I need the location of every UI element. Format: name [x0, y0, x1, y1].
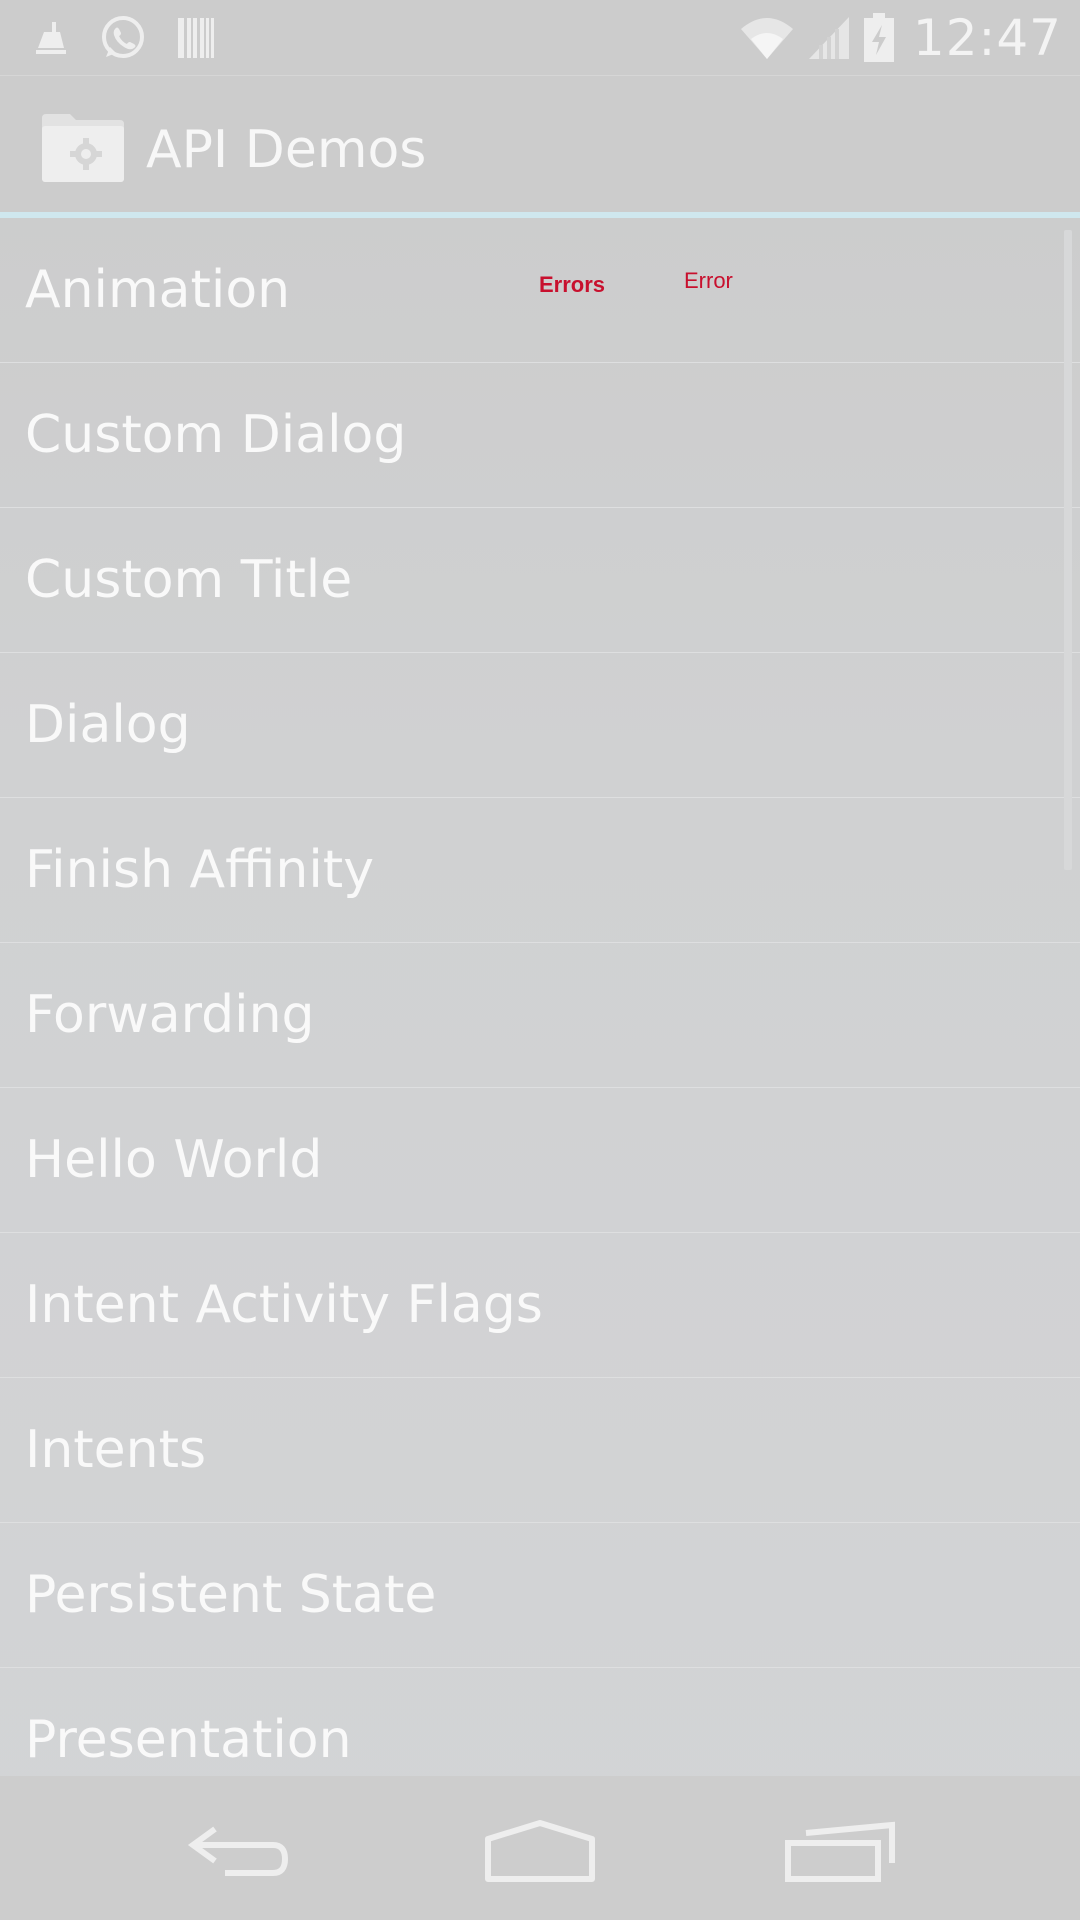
screen: 12:47 API Demos Animation Custom Dialog: [0, 0, 1080, 1920]
list-scrollbar[interactable]: [1064, 230, 1072, 870]
list-item-dialog[interactable]: Dialog: [0, 653, 1080, 798]
navigation-bar: [0, 1776, 1080, 1920]
list-item-label: Custom Title: [25, 550, 353, 610]
list-item-label: Custom Dialog: [25, 405, 407, 465]
list-item-label: Finish Affinity: [25, 840, 374, 900]
list-item-finish-affinity[interactable]: Finish Affinity: [0, 798, 1080, 943]
list-item-label: Hello World: [25, 1130, 323, 1190]
wifi-icon: [740, 17, 793, 59]
battery-charging-icon: [863, 12, 894, 62]
list-item-label: Presentation: [25, 1710, 352, 1770]
list-item-label: Intents: [25, 1420, 207, 1480]
list-item-presentation[interactable]: Presentation: [0, 1668, 1080, 1776]
back-button[interactable]: [165, 1796, 315, 1906]
cleaner-icon: [36, 21, 66, 54]
folder-gear-icon[interactable]: [40, 110, 126, 182]
list-item-label: Dialog: [25, 695, 191, 755]
action-bar: API Demos: [0, 76, 1080, 212]
list-item-custom-title[interactable]: Custom Title: [0, 508, 1080, 653]
app-title: API Demos: [146, 120, 427, 180]
list-item-intent-activity-flags[interactable]: Intent Activity Flags: [0, 1233, 1080, 1378]
list-item-label: Persistent State: [25, 1565, 437, 1625]
notification-icons: [30, 0, 216, 75]
list-item-forwarding[interactable]: Forwarding: [0, 943, 1080, 1088]
list-item-label: Forwarding: [25, 985, 315, 1045]
list-item-hello-world[interactable]: Hello World: [0, 1088, 1080, 1233]
demo-list[interactable]: Animation Custom Dialog Custom Title Dia…: [0, 218, 1080, 1776]
status-bar: 12:47: [0, 0, 1080, 76]
system-icons: 12:47: [739, 0, 1062, 75]
whatsapp-icon: [102, 15, 144, 58]
recent-apps-icon: [785, 1821, 895, 1882]
barcode-icon: [178, 17, 214, 58]
list-item-persistent-state[interactable]: Persistent State: [0, 1523, 1080, 1668]
errors-label: Errors: [539, 272, 606, 297]
list-item-intents[interactable]: Intents: [0, 1378, 1080, 1523]
home-button[interactable]: [465, 1796, 615, 1906]
home-icon: [485, 1820, 595, 1882]
recent-apps-button[interactable]: [765, 1796, 915, 1906]
list-item-custom-dialog[interactable]: Custom Dialog: [0, 363, 1080, 508]
error-label: Error: [684, 268, 733, 293]
list-item-label: Animation: [25, 260, 291, 320]
list-item-label: Intent Activity Flags: [25, 1275, 543, 1335]
signal-icon: [808, 16, 849, 59]
clock: 12:47: [912, 8, 1062, 67]
back-icon: [187, 1826, 289, 1876]
